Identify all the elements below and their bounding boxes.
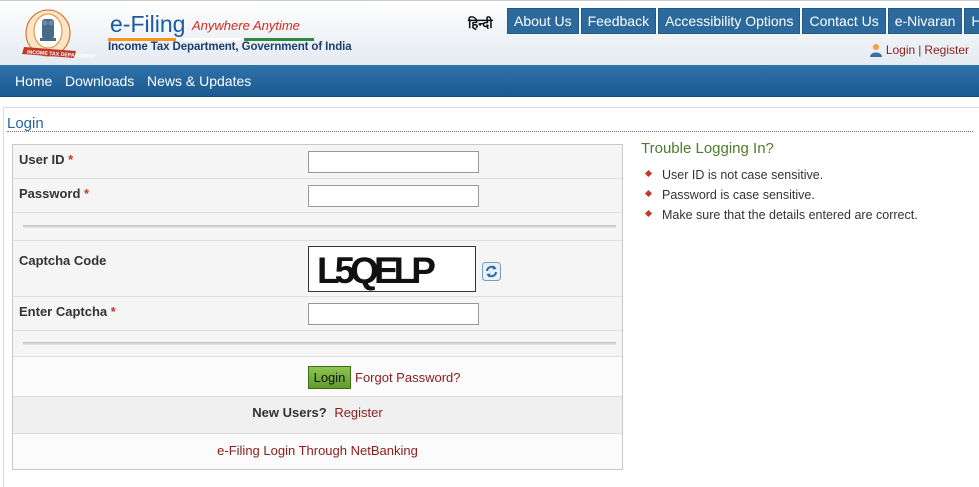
bullet-icon — [644, 169, 653, 178]
top-nav: About Us Feedback Accessibility Options … — [507, 8, 979, 34]
emblem-logo[interactable]: INCOME TAX DEPARTMENT — [18, 5, 104, 63]
enter-captcha-row: Enter Captcha * — [13, 297, 622, 331]
password-input[interactable] — [308, 185, 479, 207]
divider — [23, 225, 616, 228]
login-heading: Login — [7, 115, 44, 132]
password-label: Password * — [19, 186, 90, 201]
trouble-tips-list: User ID is not case sensitive. Password … — [644, 168, 918, 228]
main-nav-news-updates[interactable]: News & Updates — [147, 73, 251, 89]
tip-item: Make sure that the details entered are c… — [644, 208, 918, 228]
enter-captcha-input[interactable] — [308, 303, 479, 325]
user-id-row: User ID * — [13, 145, 622, 179]
tip-item: User ID is not case sensitive. — [644, 168, 918, 188]
new-users: New Users? Register — [13, 405, 622, 420]
register-link[interactable]: Register — [334, 405, 382, 420]
divider — [23, 342, 616, 345]
site-header: INCOME TAX DEPARTMENT e-Filing Anywhere … — [0, 0, 979, 65]
top-nav-feedback[interactable]: Feedback — [580, 8, 657, 34]
separator-row — [13, 213, 622, 241]
trouble-logging-in-title: Trouble Logging In? — [641, 140, 774, 157]
top-nav-accessibility-options[interactable]: Accessibility Options — [658, 8, 801, 34]
page: INCOME TAX DEPARTMENT e-Filing Anywhere … — [0, 0, 979, 487]
tip-item: Password is case sensitive. — [644, 188, 918, 208]
captcha-text: L5QELP — [317, 250, 436, 291]
refresh-captcha-icon[interactable] — [482, 262, 501, 281]
captcha-label: Captcha Code — [19, 253, 107, 268]
bullet-icon — [644, 189, 653, 198]
login-form: User ID * Password * Captcha Code L5QELP… — [12, 144, 623, 470]
main-nav-home[interactable]: Home — [15, 73, 52, 89]
user-id-label: User ID * — [19, 152, 74, 167]
top-nav-contact-us[interactable]: Contact Us — [802, 8, 886, 34]
header-login-link[interactable]: Login — [886, 43, 915, 57]
main-nav-downloads[interactable]: Downloads — [65, 73, 134, 89]
netbanking: e-Filing Login Through NetBanking — [13, 443, 622, 458]
netbanking-login-link[interactable]: e-Filing Login Through NetBanking — [217, 443, 418, 458]
bullet-icon — [644, 209, 653, 218]
user-links: Login | Register — [869, 43, 969, 57]
top-nav-about-us[interactable]: About Us — [507, 8, 579, 34]
top-nav-help[interactable]: Help — [964, 8, 979, 34]
header-register-link[interactable]: Register — [924, 43, 969, 57]
hindi-language-link[interactable]: हिन्दी — [468, 14, 493, 32]
link-separator: | — [918, 43, 922, 57]
password-row: Password * — [13, 179, 622, 213]
brand-department: Income Tax Department, Government of Ind… — [108, 41, 352, 53]
user-icon — [869, 44, 882, 57]
new-users-label: New Users? — [252, 405, 327, 420]
login-button[interactable]: Login — [308, 366, 351, 389]
top-nav-e-nivaran[interactable]: e-Nivaran — [887, 8, 963, 34]
forgot-password-link[interactable]: Forgot Password? — [355, 370, 461, 385]
captcha-image: L5QELP — [308, 246, 476, 292]
heading-divider — [7, 131, 973, 132]
enter-captcha-label: Enter Captcha * — [19, 304, 116, 319]
user-id-input[interactable] — [308, 151, 479, 173]
brand-title: e-Filing — [110, 11, 186, 37]
brand-tagline: Anywhere Anytime — [192, 18, 300, 33]
separator-row-2 — [13, 331, 622, 357]
emblem-text: INCOME TAX DEPARTMENT — [27, 50, 97, 61]
main-nav: Home Downloads News & Updates — [0, 65, 979, 97]
